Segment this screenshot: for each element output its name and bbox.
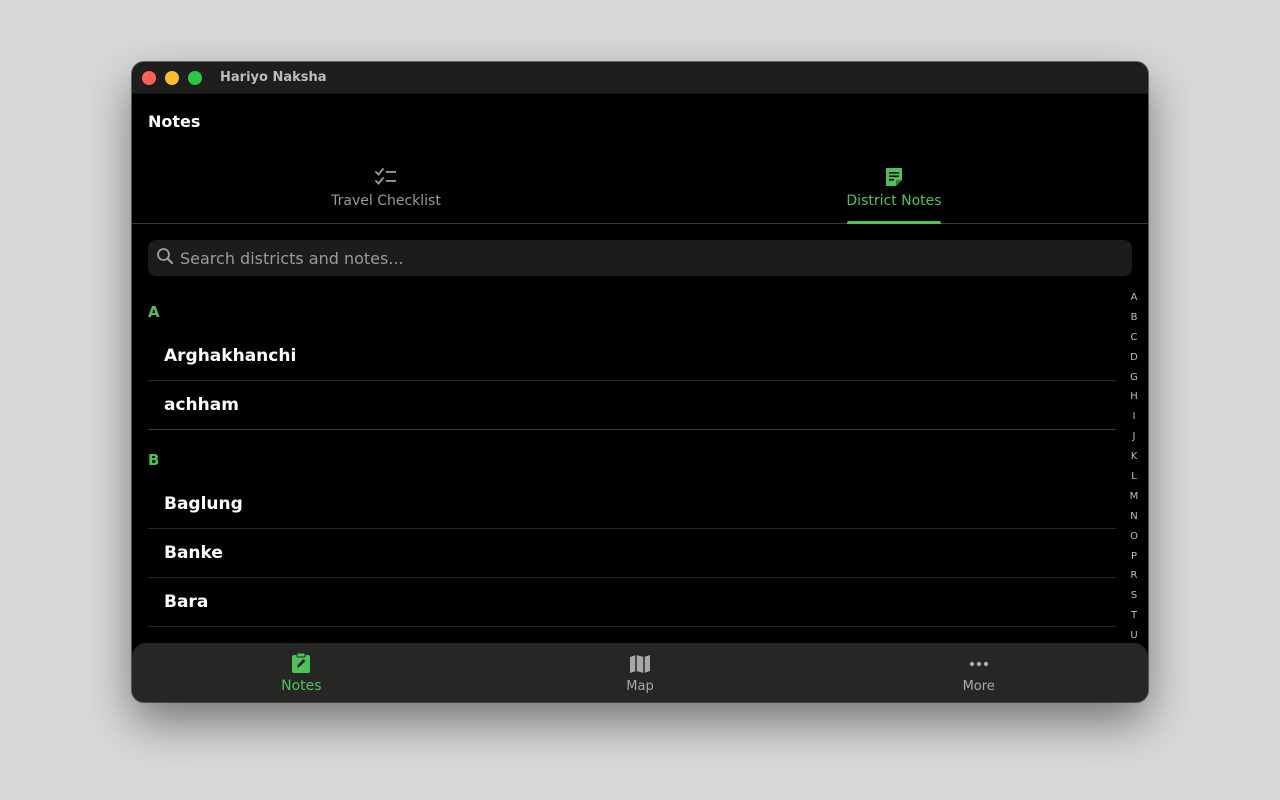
section-index[interactable]: A B C D G H I J K L M N O P R S T U	[1124, 288, 1144, 646]
index-letter[interactable]: C	[1131, 328, 1138, 348]
section-header-b: B	[148, 451, 160, 469]
index-letter[interactable]: G	[1130, 368, 1138, 388]
index-letter[interactable]: T	[1131, 606, 1137, 626]
tab-travel-checklist[interactable]: Travel Checklist	[132, 160, 640, 223]
index-letter[interactable]: O	[1130, 527, 1138, 547]
bottom-tab-label: Notes	[281, 678, 322, 694]
index-letter[interactable]: L	[1131, 467, 1137, 487]
page-title: Notes	[148, 112, 201, 131]
note-icon	[884, 166, 904, 188]
index-letter[interactable]: B	[1131, 308, 1138, 328]
search-bar[interactable]	[148, 240, 1132, 276]
checklist-icon	[375, 166, 397, 188]
title-bar: Hariyo Naksha	[132, 62, 1148, 94]
search-icon	[156, 247, 174, 269]
zoom-window-button[interactable]	[188, 70, 202, 85]
list-item[interactable]: Banke	[148, 529, 1116, 578]
section-header-a: A	[148, 303, 160, 321]
district-list: A Arghakhanchi achham B Baglung Banke Ba…	[148, 288, 1116, 644]
app-window: Hariyo Naksha Notes Travel Checklist Dis…	[132, 62, 1148, 702]
index-letter[interactable]: R	[1131, 566, 1138, 586]
map-icon	[629, 652, 651, 676]
list-item[interactable]: Baglung	[148, 480, 1116, 529]
index-letter[interactable]: H	[1130, 387, 1138, 407]
bottom-tab-more[interactable]: More	[809, 643, 1148, 702]
index-letter[interactable]: A	[1131, 288, 1138, 308]
tab-district-notes[interactable]: District Notes	[640, 160, 1148, 224]
close-window-button[interactable]	[142, 70, 156, 85]
list-item[interactable]: Arghakhanchi	[148, 332, 1116, 381]
index-letter[interactable]: N	[1130, 507, 1137, 527]
window-controls	[142, 70, 202, 85]
index-letter[interactable]: D	[1130, 348, 1138, 368]
more-icon	[969, 652, 989, 676]
index-letter[interactable]: P	[1131, 547, 1137, 567]
bottom-tab-bar: Notes Map More	[132, 643, 1148, 702]
list-item[interactable]: Bara	[148, 578, 1116, 627]
active-tab-indicator	[847, 221, 941, 224]
index-letter[interactable]: K	[1131, 447, 1138, 467]
clipboard-edit-icon	[291, 651, 311, 675]
minimize-window-button[interactable]	[165, 70, 179, 85]
top-tab-bar: Travel Checklist District Notes	[132, 160, 1148, 224]
search-input[interactable]	[180, 248, 1132, 268]
index-letter[interactable]: I	[1133, 407, 1136, 427]
index-letter[interactable]: S	[1131, 586, 1137, 606]
bottom-tab-label: More	[962, 678, 995, 694]
index-letter[interactable]: J	[1133, 427, 1136, 447]
tab-label: Travel Checklist	[331, 193, 441, 209]
list-item[interactable]: achham	[148, 381, 1116, 430]
bottom-tab-map[interactable]: Map	[471, 643, 810, 702]
window-title: Hariyo Naksha	[220, 70, 327, 85]
list-item[interactable]: Bardiya	[148, 627, 1116, 644]
bottom-tab-notes[interactable]: Notes	[132, 643, 471, 702]
index-letter[interactable]: M	[1130, 487, 1139, 507]
tab-label: District Notes	[846, 193, 942, 209]
bottom-tab-label: Map	[626, 678, 654, 694]
